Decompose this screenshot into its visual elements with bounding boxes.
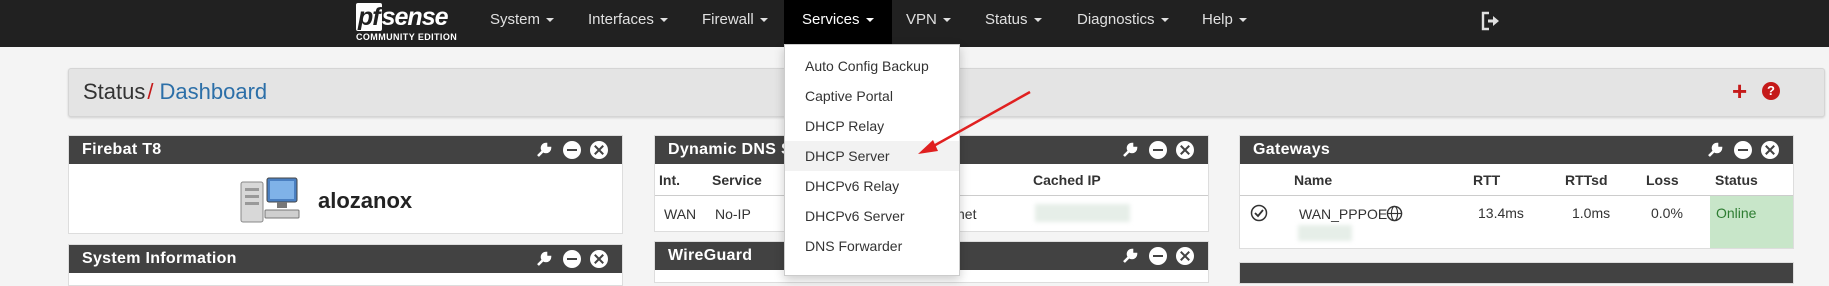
computer-icon [240, 177, 300, 223]
caret-down-icon [865, 18, 874, 23]
dyndns-interface: WAN [664, 206, 697, 222]
panel-title: Dynamic DNS S [668, 141, 792, 158]
menu-item-dhcp-relay[interactable]: DHCP Relay [785, 111, 959, 141]
menu-item-dhcpv6-server[interactable]: DHCPv6 Server [785, 201, 959, 231]
column-header-loss: Loss [1646, 172, 1679, 188]
gateway-loss: 0.0% [1651, 205, 1683, 221]
wrench-icon[interactable] [1706, 141, 1724, 159]
panel-header: Firebat T8 [69, 136, 622, 164]
caret-down-icon [546, 18, 555, 23]
close-icon[interactable] [590, 250, 608, 268]
breadcrumb-separator: / [147, 79, 154, 104]
column-header-int: Int. [659, 172, 680, 188]
logo-sense: sense [381, 3, 449, 31]
panel-title: System Information [82, 250, 237, 267]
column-header-status: Status [1715, 172, 1758, 188]
panel-title: Gateways [1253, 141, 1331, 158]
redacted-gateway-ip [1298, 225, 1352, 241]
gateways-panel: Gateways Name RTT RTTsd Loss Status WAN_… [1239, 135, 1794, 249]
globe-icon [1386, 205, 1403, 222]
logo-pf: pf [356, 3, 382, 31]
system-information-panel: System Information [68, 244, 623, 286]
close-icon[interactable] [1761, 141, 1779, 159]
panel-title: WireGuard [668, 247, 753, 264]
nav-services[interactable]: Services [784, 0, 892, 48]
menu-item-dns-forwarder[interactable]: DNS Forwarder [785, 231, 959, 261]
caret-down-icon [942, 18, 951, 23]
minimize-icon[interactable] [1733, 141, 1752, 159]
top-navbar: pfsense COMMUNITY EDITION System Interfa… [0, 0, 1829, 48]
breadcrumb-section: Status [83, 79, 146, 104]
firebat-panel: Firebat T8 alozanox [68, 135, 623, 234]
caret-down-icon [1160, 18, 1169, 23]
wrench-icon[interactable] [1121, 247, 1139, 265]
nav-vpn[interactable]: VPN [906, 0, 951, 44]
menu-item-auto-config-backup[interactable]: Auto Config Backup [785, 51, 959, 81]
system-hostname: alozanox [318, 188, 413, 213]
question-circle-icon[interactable]: ? [1762, 82, 1780, 100]
minimize-icon[interactable] [562, 141, 581, 159]
column-header-rtt: RTT [1473, 172, 1501, 188]
caret-down-icon [659, 18, 668, 23]
check-circle-icon [1250, 204, 1268, 222]
gateway-rttsd: 1.0ms [1572, 205, 1611, 221]
status-badge: Online [1716, 205, 1757, 221]
close-icon[interactable] [1176, 141, 1194, 159]
menu-item-dhcp-server[interactable]: DHCP Server [785, 141, 959, 171]
caret-down-icon [759, 18, 768, 23]
minimize-icon[interactable] [1148, 247, 1167, 265]
logo-subtitle: COMMUNITY EDITION [356, 32, 458, 42]
wrench-icon[interactable] [1121, 141, 1139, 159]
menu-item-captive-portal[interactable]: Captive Portal [785, 81, 959, 111]
minimize-icon[interactable] [562, 250, 581, 268]
panel-header [1240, 263, 1793, 283]
nav-diagnostics[interactable]: Diagnostics [1077, 0, 1169, 44]
caret-down-icon [1033, 18, 1042, 23]
nav-system[interactable]: System [490, 0, 555, 44]
status-cell: Online [1710, 196, 1793, 248]
minimize-icon[interactable] [1148, 141, 1167, 159]
nav-status[interactable]: Status [985, 0, 1042, 44]
redacted-ip [1035, 204, 1130, 222]
nav-interfaces[interactable]: Interfaces [588, 0, 668, 44]
column-header-rttsd: RTTsd [1565, 172, 1608, 188]
pfsense-logo[interactable]: pfsense COMMUNITY EDITION [356, 3, 466, 43]
close-icon[interactable] [1176, 247, 1194, 265]
column-header-cached-ip: Cached IP [1033, 172, 1101, 188]
panel-header: System Information [69, 245, 622, 273]
gateway-name: WAN_PPPOE [1299, 206, 1388, 222]
services-dropdown-menu: Auto Config Backup Captive Portal DHCP R… [784, 44, 960, 276]
nav-firewall[interactable]: Firewall [702, 0, 768, 44]
close-icon[interactable] [590, 141, 608, 159]
wrench-icon[interactable] [535, 250, 553, 268]
gateway-rtt: 13.4ms [1478, 205, 1524, 221]
panel-title: Firebat T8 [82, 141, 162, 158]
plus-icon[interactable]: + [1732, 78, 1747, 104]
caret-down-icon [1238, 18, 1247, 23]
column-header-service: Service [712, 172, 762, 188]
dyndns-service: No-IP [715, 206, 751, 222]
column-header-name: Name [1294, 172, 1333, 188]
nav-help[interactable]: Help [1202, 0, 1247, 44]
breadcrumb-dashboard-link[interactable]: Dashboard [160, 79, 268, 104]
wrench-icon[interactable] [535, 141, 553, 159]
panel-header: Gateways [1240, 136, 1793, 164]
menu-item-dhcpv6-relay[interactable]: DHCPv6 Relay [785, 171, 959, 201]
next-panel [1239, 262, 1794, 284]
sign-out-icon[interactable] [1480, 10, 1502, 32]
